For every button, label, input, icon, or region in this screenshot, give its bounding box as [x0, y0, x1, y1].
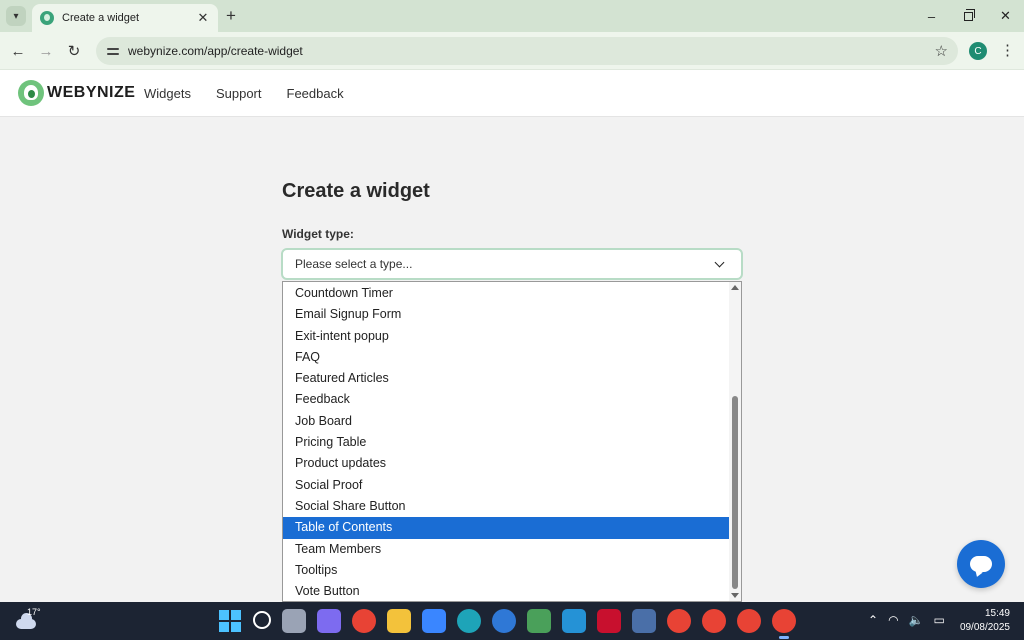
close-window-button[interactable]: ✕	[987, 0, 1024, 32]
mcafee-icon[interactable]	[597, 609, 621, 633]
chrome-icon[interactable]	[352, 609, 376, 633]
file-explorer-icon[interactable]	[387, 609, 411, 633]
edge-icon[interactable]	[457, 609, 481, 633]
chrome-profile-2-icon[interactable]	[702, 609, 726, 633]
dropdown-option[interactable]: Social Proof	[283, 475, 731, 496]
dropdown-option[interactable]: Job Board	[283, 411, 731, 432]
dropdown-option[interactable]: Social Share Button	[283, 496, 731, 517]
dropdown-option[interactable]: Table of Contents	[283, 517, 731, 539]
chrome-profile-1-icon[interactable]	[667, 609, 691, 633]
tab-close-icon[interactable]: ✕	[196, 10, 210, 26]
browser-tabstrip: ▾ Create a widget ✕ + – ✕	[0, 0, 1024, 32]
app-green-icon[interactable]	[527, 609, 551, 633]
cloud-icon	[16, 613, 36, 629]
dropdown-option[interactable]: FAQ	[283, 347, 731, 368]
battery-icon[interactable]: ▭	[934, 613, 945, 627]
windows-taskbar: 17° ⌃ ◠ 🔈 ▭ 15:49 09/08/2025	[0, 602, 1024, 640]
dropdown-option[interactable]: Feedback	[283, 389, 731, 410]
scroll-down-icon[interactable]	[731, 593, 739, 598]
site-header: WEBYNIZE Widgets Support Feedback	[0, 70, 1024, 117]
chrome-profile-3-icon[interactable]	[737, 609, 761, 633]
forward-icon[interactable]: →	[36, 41, 56, 61]
restore-icon	[964, 8, 975, 21]
wifi-icon[interactable]: ◠	[888, 613, 898, 627]
taskbar-clock[interactable]: 15:49 09/08/2025	[960, 607, 1010, 635]
minimize-button[interactable]: –	[913, 0, 950, 32]
dropdown-options: Countdown Timer Email Signup Form Exit-int…	[283, 283, 731, 601]
site-logo[interactable]: WEBYNIZE	[18, 80, 135, 106]
logo-text: WEBYNIZE	[47, 84, 136, 101]
tab-search-button[interactable]: ▾	[6, 6, 26, 26]
clock-time: 15:49	[984, 608, 1010, 619]
webynize-logo-icon	[18, 80, 44, 106]
profile-avatar[interactable]: C	[969, 42, 987, 60]
tray-overflow-icon[interactable]: ⌃	[868, 613, 878, 627]
copilot-icon[interactable]	[317, 609, 341, 633]
temperature: 17°	[27, 607, 41, 617]
back-icon[interactable]: ←	[8, 41, 28, 61]
bookmark-star-icon[interactable]: ☆	[935, 42, 948, 60]
site-settings-icon[interactable]	[106, 44, 120, 58]
nav-feedback[interactable]: Feedback	[287, 86, 344, 101]
chat-bubble-icon	[970, 556, 992, 572]
clock-date: 09/08/2025	[959, 622, 1010, 633]
taskbar-apps	[218, 609, 796, 639]
dropdown-option[interactable]: Exit-intent popup	[283, 326, 731, 347]
dropdown-option[interactable]: Email Signup Form	[283, 304, 731, 325]
browser-toolbar: ← → ↻ webynize.com/app/create-widget ☆ C…	[0, 32, 1024, 70]
widget-type-label: Widget type:	[282, 227, 354, 241]
reload-icon[interactable]: ↻	[64, 41, 84, 61]
dropdown-option[interactable]: Tooltips	[283, 560, 731, 581]
webynize-favicon-icon	[40, 11, 54, 25]
select-placeholder: Please select a type...	[295, 257, 413, 271]
browser-menu-icon[interactable]: ⋮	[1000, 41, 1015, 61]
chrome-profile-4-icon[interactable]	[772, 609, 796, 639]
dropdown-option[interactable]: Product updates	[283, 453, 731, 474]
windows-start-icon[interactable]	[218, 609, 242, 633]
task-view-icon[interactable]	[282, 609, 306, 633]
browser-tab[interactable]: Create a widget ✕	[32, 4, 218, 32]
dropdown-option[interactable]: Featured Articles	[283, 368, 731, 389]
address-bar[interactable]: webynize.com/app/create-widget ☆	[96, 37, 958, 65]
url-text[interactable]: webynize.com/app/create-widget	[128, 44, 935, 58]
app-monitor-icon[interactable]	[632, 609, 656, 633]
scroll-thumb[interactable]	[732, 396, 738, 589]
edge-dev-icon[interactable]	[492, 609, 516, 633]
new-tab-button[interactable]: +	[226, 6, 236, 26]
scroll-up-icon[interactable]	[731, 285, 739, 290]
volume-icon[interactable]: 🔈	[909, 613, 924, 627]
site-nav: Widgets Support Feedback	[144, 86, 344, 101]
widget-type-dropdown[interactable]: Countdown Timer Email Signup Form Exit-int…	[282, 281, 742, 602]
nav-widgets[interactable]: Widgets	[144, 86, 191, 101]
search-icon[interactable]	[253, 611, 271, 629]
microsoft-store-icon[interactable]	[422, 609, 446, 633]
dropdown-option[interactable]: Pricing Table	[283, 432, 731, 453]
weather-widget[interactable]: 17°	[14, 607, 44, 635]
system-tray: ⌃ ◠ 🔈 ▭	[868, 613, 945, 627]
window-controls: – ✕	[913, 0, 1024, 32]
dropdown-scrollbar[interactable]	[729, 282, 741, 601]
widget-type-select[interactable]: Please select a type...	[281, 248, 743, 280]
page-title: Create a widget	[282, 180, 430, 202]
restore-button[interactable]	[950, 0, 987, 32]
dropdown-option[interactable]: Team Members	[283, 539, 731, 560]
tab-title: Create a widget	[62, 12, 140, 24]
chat-button[interactable]	[957, 540, 1005, 588]
app-blue-icon[interactable]	[562, 609, 586, 633]
dropdown-option[interactable]: Vote Button	[283, 581, 731, 601]
chevron-down-icon	[714, 257, 725, 267]
nav-support[interactable]: Support	[216, 86, 262, 101]
dropdown-option[interactable]: Countdown Timer	[283, 283, 731, 304]
